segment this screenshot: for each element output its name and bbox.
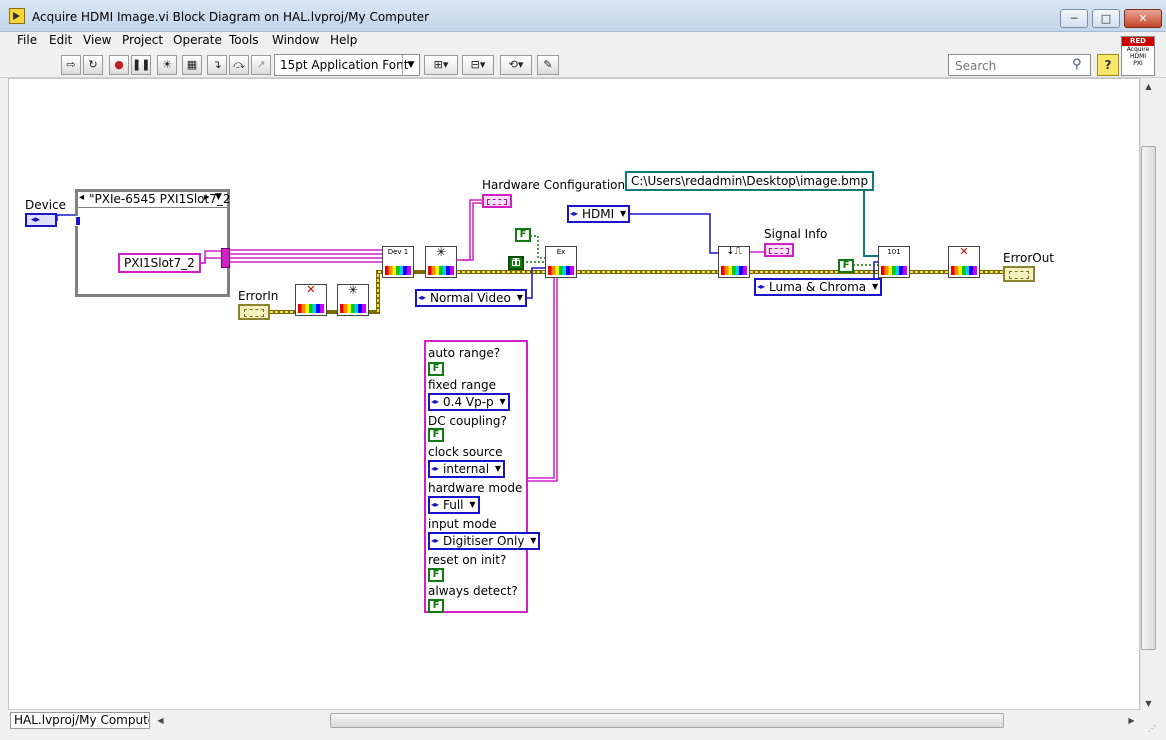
color-mode-enum-constant[interactable]: Luma & Chroma bbox=[754, 278, 883, 296]
new-config-subvi[interactable]: ✳ bbox=[425, 246, 457, 278]
x-icon: ✕ bbox=[296, 284, 326, 305]
hdmi-enum-constant[interactable]: HDMI bbox=[567, 205, 631, 223]
star-icon: ✳ bbox=[426, 246, 456, 267]
enum-arrows-icon: ◂▸ bbox=[31, 215, 41, 225]
fixed-range-label: fixed range bbox=[428, 378, 496, 392]
reset-on-init-label: reset on init? bbox=[428, 553, 507, 567]
subvi-banner bbox=[298, 304, 324, 313]
decrement-icon[interactable]: ◂ bbox=[79, 192, 84, 203]
case-selector-terminal bbox=[75, 216, 81, 226]
clear-error-subvi[interactable]: ✕ bbox=[295, 284, 327, 316]
acquire-image-subvi[interactable]: 101 bbox=[878, 246, 910, 278]
tunnel bbox=[221, 248, 230, 268]
init-device-subvi[interactable]: Dev 1 bbox=[382, 246, 414, 278]
close-hal-subvi[interactable]: ✕ bbox=[948, 246, 980, 278]
errorout-indicator[interactable] bbox=[1003, 266, 1035, 282]
hw-config-label: Hardware Configuration bbox=[482, 178, 626, 192]
dc-coupling-label: DC coupling? bbox=[428, 414, 507, 428]
hardware-mode-enum[interactable]: Full bbox=[428, 496, 480, 514]
signal-info-indicator[interactable] bbox=[764, 243, 794, 257]
false-constant[interactable]: F bbox=[515, 228, 531, 242]
subvi-banner bbox=[951, 266, 977, 275]
scroll-right-icon[interactable]: ▶ bbox=[1123, 712, 1140, 729]
new-hal-subvi[interactable]: ✳ bbox=[337, 284, 369, 316]
signal-info-label: Signal Info bbox=[764, 227, 828, 241]
error-wire bbox=[369, 270, 382, 314]
configure-label: Ex bbox=[546, 247, 576, 267]
input-mode-label: input mode bbox=[428, 517, 497, 531]
hardware-mode-label: hardware mode bbox=[428, 481, 523, 495]
auto-range-label: auto range? bbox=[428, 346, 501, 360]
config-cluster-constant[interactable]: auto range? F fixed range 0.4 Vp-p DC co… bbox=[424, 340, 541, 613]
false-constant[interactable]: F bbox=[838, 259, 854, 273]
vertical-scroll-thumb[interactable] bbox=[1141, 146, 1156, 650]
star-icon: ✳ bbox=[338, 284, 368, 305]
scroll-down-icon[interactable]: ▼ bbox=[1140, 695, 1157, 712]
scroll-left-icon[interactable]: ◀ bbox=[152, 712, 169, 729]
x-icon: ✕ bbox=[949, 246, 979, 267]
errorin-control[interactable] bbox=[238, 304, 270, 320]
resource-string-constant[interactable]: PXI1Slot7_2 bbox=[118, 253, 201, 273]
chevron-down-icon[interactable]: ▼ bbox=[215, 192, 222, 202]
path-wires bbox=[853, 180, 878, 257]
acquire-image-label: 101 bbox=[879, 247, 909, 267]
subvi-banner bbox=[385, 266, 411, 275]
reset-on-init-bool[interactable]: F bbox=[428, 568, 444, 582]
signal-icon: ↓⎍ bbox=[719, 247, 749, 267]
image-path-constant[interactable]: C:\Users\redadmin\Desktop\image.bmp bbox=[625, 171, 875, 191]
case-selector[interactable]: ◂ "PXIe-6545 PXI1Slot7_2 ▸ ▼ bbox=[78, 192, 231, 208]
dc-coupling-bool[interactable]: F bbox=[428, 428, 444, 442]
true-constant[interactable]: T bbox=[508, 256, 524, 270]
auto-range-bool[interactable]: F bbox=[428, 362, 444, 376]
wires-layer bbox=[56, 180, 1004, 482]
scroll-up-icon[interactable]: ▲ bbox=[1140, 78, 1157, 95]
always-detect-label: always detect? bbox=[428, 584, 518, 598]
clock-source-label: clock source bbox=[428, 445, 503, 459]
context-status: HAL.lvproj/My Computer bbox=[10, 712, 150, 729]
clock-source-enum[interactable]: internal bbox=[428, 460, 506, 478]
hw-config-indicator[interactable] bbox=[482, 194, 512, 208]
input-mode-enum[interactable]: Digitiser Only bbox=[428, 532, 541, 550]
configure-subvi[interactable]: Ex bbox=[545, 246, 577, 278]
device-control[interactable]: ◂▸ bbox=[25, 213, 57, 227]
device-label: Device bbox=[25, 198, 67, 212]
resize-grip-icon[interactable]: ⋰ bbox=[1148, 724, 1162, 738]
always-detect-bool[interactable]: F bbox=[428, 599, 444, 613]
subvi-banner bbox=[881, 266, 907, 275]
errorin-label: ErrorIn bbox=[238, 289, 279, 303]
fixed-range-enum[interactable]: 0.4 Vp-p bbox=[428, 393, 510, 411]
subvi-banner bbox=[428, 266, 454, 275]
error-wires bbox=[270, 270, 1004, 314]
init-device-label: Dev 1 bbox=[383, 247, 413, 267]
case-structure[interactable]: ◂ "PXIe-6545 PXI1Slot7_2 ▸ ▼ bbox=[75, 189, 230, 297]
video-mode-enum-constant[interactable]: Normal Video bbox=[415, 289, 527, 307]
increment-icon[interactable]: ▸ bbox=[204, 192, 209, 203]
detect-signal-subvi[interactable]: ↓⎍ bbox=[718, 246, 750, 278]
errorout-label: ErrorOut bbox=[1003, 251, 1055, 265]
subvi-banner bbox=[721, 266, 747, 275]
case-selector-label: "PXIe-6545 PXI1Slot7_2 bbox=[89, 192, 231, 206]
subvi-banner bbox=[548, 266, 574, 275]
subvi-banner bbox=[340, 304, 366, 313]
horizontal-scroll-thumb[interactable] bbox=[330, 713, 1004, 728]
